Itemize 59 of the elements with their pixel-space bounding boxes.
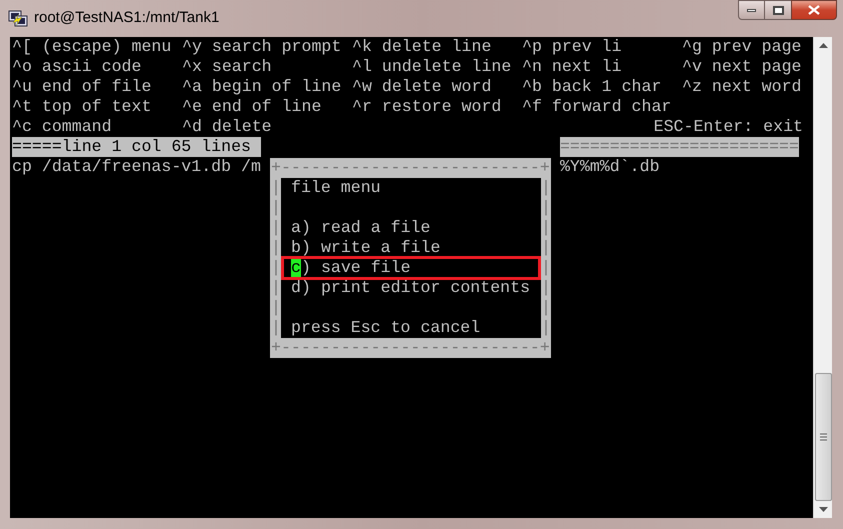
dialog-border: | [541,298,551,318]
shortcut-hint: ^y search prompt [182,37,342,56]
shortcut-hint: ^k delete line [352,37,492,56]
exit-hint: ESC-Enter: exit [654,117,803,137]
dialog-border: | [271,218,281,238]
dialog-border: +--------------------------+ [271,338,551,358]
dialog-text: file menu [291,180,381,196]
dialog-border: | [541,178,551,198]
grip-icon [820,433,826,441]
shortcut-hint: ^e end of line [182,97,322,116]
command-text: cp /data/freenas-v1.db /m [12,157,261,177]
menu-option[interactable]: c) save file [291,260,411,276]
terminal-app-icon [8,8,28,28]
shortcut-hint: ^r restore word [352,97,502,116]
menu-option[interactable]: d) print editor contents [291,280,530,296]
shortcut-hint: ^[ (escape) menu [12,37,172,56]
shortcut-hint: ^v next page [682,57,802,76]
shortcut-hint: ^f forward char [522,97,672,116]
shortcut-hint: ^x search [182,57,272,76]
scroll-up-icon[interactable] [818,43,828,48]
dialog-border: | [541,198,551,218]
shortcut-hint: ^c command [12,117,112,136]
dialog-border: | [541,318,551,338]
dialog-border: | [271,298,281,318]
shortcut-hint: ^u end of file [12,77,152,96]
shortcut-hint: ^a begin of line [182,77,342,96]
shortcut-hint: ^g prev page [682,37,802,56]
shortcut-hint: ^n next li [522,57,622,76]
shortcut-hint: ^w delete word [352,77,492,96]
menu-option[interactable]: a) read a file [291,220,430,236]
shortcut-hint: ^p prev li [522,37,622,56]
dialog-border: | [541,238,551,258]
dialog-text: press Esc to cancel [291,320,480,336]
shortcut-hint: ^d delete [182,117,272,136]
shortcut-hint: ^l undelete line [352,57,512,76]
dialog-border: | [271,258,281,278]
dialog-border: +--------------------------+ [271,158,551,178]
dialog-border: | [271,318,281,338]
command-text: %Y%m%d`.db [560,157,660,177]
dialog-border: | [271,178,281,198]
scroll-down-icon[interactable] [818,507,828,512]
shortcut-hint: ^o ascii code [12,57,142,76]
scroll-thumb[interactable] [814,373,832,501]
minimize-button[interactable] [738,0,765,20]
menu-option[interactable]: b) write a file [291,240,440,256]
shortcut-hint: ^z next word [682,77,802,96]
shortcut-hint: ^b back 1 char [522,77,662,96]
dialog-border: | [271,278,281,298]
dialog-border: | [271,198,281,218]
window-title: root@TestNAS1:/mnt/Tank1 [34,8,220,28]
scrollbar[interactable] [813,37,832,518]
shortcut-hint: ^t top of text [12,97,152,116]
dialog-border: | [541,278,551,298]
dialog-border: | [541,218,551,238]
dialog-border: | [271,238,281,258]
dialog-border: | [541,258,551,278]
close-button[interactable] [791,0,837,20]
maximize-button[interactable] [765,0,791,20]
close-icon [808,5,820,15]
